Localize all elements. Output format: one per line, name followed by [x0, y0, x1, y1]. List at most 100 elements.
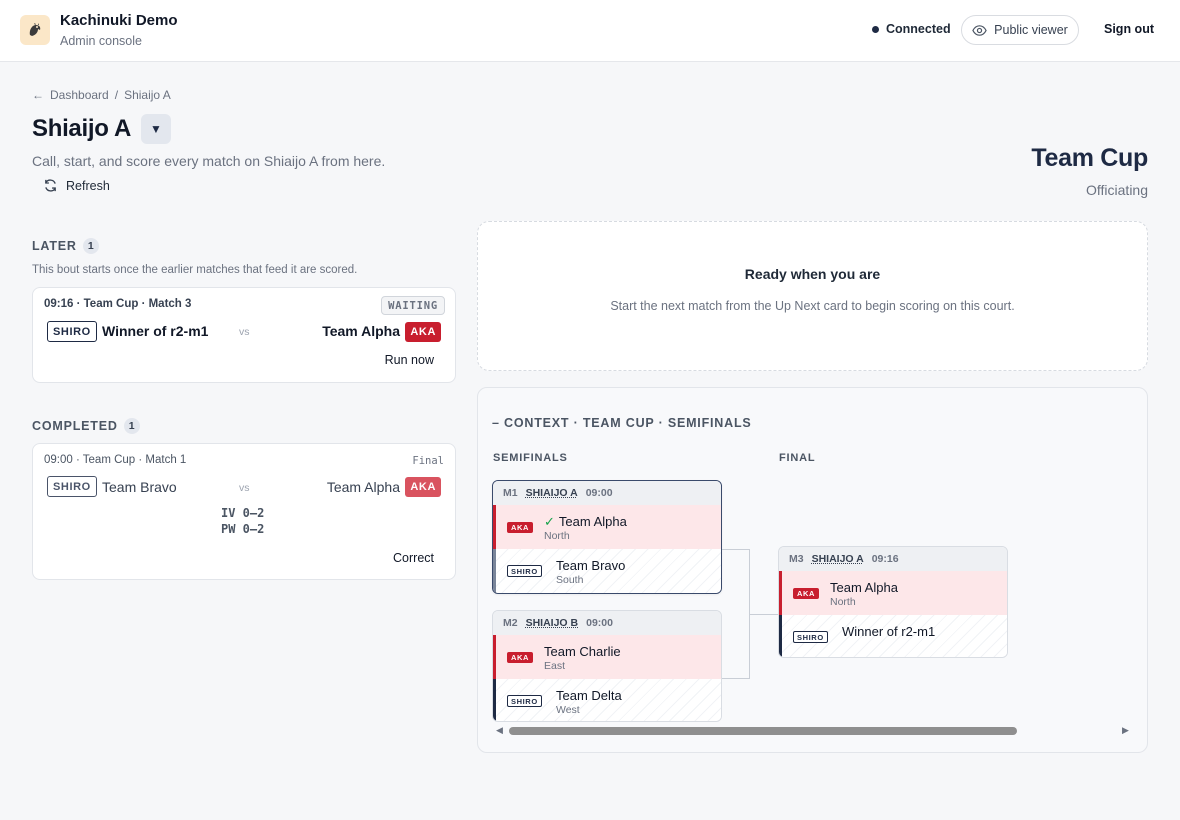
scrollbar-thumb[interactable] — [509, 727, 1017, 735]
status-badge: Final — [412, 455, 444, 467]
aka-team-region: North — [830, 596, 856, 608]
refresh-button[interactable]: Refresh — [43, 178, 110, 193]
aka-tag: AKA — [507, 652, 534, 663]
context-title: – CONTEXT · TEAM CUP · SEMIFINALS — [492, 416, 752, 430]
aka-slot: AKA ✓ Team Alpha North — [493, 505, 721, 549]
shiro-team-name: Winner of r2-m1 — [102, 323, 209, 339]
shiro-team-name: Team Delta — [556, 688, 622, 703]
court-dropdown-button[interactable]: ▼ — [141, 114, 171, 144]
breadcrumb-dashboard-link[interactable]: Dashboard — [50, 88, 109, 102]
refresh-label: Refresh — [66, 178, 110, 193]
vs-label: vs — [239, 326, 250, 338]
breadcrumb-separator: / — [114, 88, 119, 102]
ready-panel: Ready when you are Start the next match … — [477, 221, 1148, 371]
ready-description: Start the next match from the Up Next ca… — [610, 299, 1015, 313]
match-id: M1 — [503, 487, 518, 499]
completed-count-badge: 1 — [123, 418, 140, 434]
vs-label: vs — [239, 482, 250, 494]
winner-check-icon: ✓ — [544, 514, 555, 529]
app-title: Kachinuki Demo — [60, 12, 178, 29]
later-match-card: 09:16 · Team Cup · Match 3 WAITING SHIRO… — [32, 287, 456, 383]
match-meta: 09:16 · Team Cup · Match 3 — [44, 298, 192, 310]
run-now-button[interactable]: Run now — [385, 353, 434, 367]
match-meta: 09:00 · Team Cup · Match 1 — [44, 454, 187, 466]
eye-icon — [972, 24, 987, 36]
aka-tag: AKA — [405, 477, 441, 497]
shiro-slot: SHIRO Winner of r2-m1 — [779, 615, 1007, 657]
event-role: Officiating — [1086, 182, 1148, 198]
shiro-team-name: Team Bravo — [102, 479, 177, 495]
later-section-label: LATER 1 — [32, 238, 99, 254]
aka-team-region: North — [544, 530, 570, 542]
score-iv: IV 0–2 — [221, 506, 265, 520]
shiro-tag: SHIRO — [47, 321, 97, 342]
scroll-right-icon[interactable]: ▶ — [1122, 724, 1129, 737]
bracket-match-header: M2 SHIAIJO B 09:00 — [493, 611, 721, 635]
aka-tag: AKA — [507, 522, 534, 533]
aka-team-name: Team Alpha — [322, 323, 400, 339]
aka-tag: AKA — [405, 322, 441, 342]
aka-team-name: Team Alpha — [558, 514, 627, 529]
completed-match-card: 09:00 · Team Cup · Match 1 Final SHIRO T… — [32, 443, 456, 580]
top-bar: Kachinuki Demo Admin console Connected P… — [0, 0, 1180, 62]
shiro-tag: SHIRO — [507, 695, 542, 707]
court-link[interactable]: SHIAIJO B — [526, 617, 579, 629]
scroll-left-icon[interactable]: ◀ — [496, 724, 503, 737]
status-badge: WAITING — [381, 296, 445, 315]
bracket-match-m2[interactable]: M2 SHIAIJO B 09:00 AKA Team Charlie East… — [492, 610, 722, 722]
page-description: Call, start, and score every match on Sh… — [32, 153, 386, 169]
bracket-connector — [722, 549, 750, 679]
page-title: Shiaijo A — [32, 115, 132, 142]
court-link[interactable]: SHIAIJO A — [526, 487, 578, 499]
chevron-down-icon: ▼ — [150, 122, 162, 136]
shiro-tag: SHIRO — [793, 631, 828, 643]
public-viewer-label: Public viewer — [994, 23, 1068, 37]
shiro-team-name: Team Bravo — [556, 558, 626, 573]
sign-out-button[interactable]: Sign out — [1104, 22, 1154, 36]
completed-section-label: COMPLETED 1 — [32, 418, 140, 434]
aka-team-name: Team Charlie — [544, 644, 621, 659]
match-id: M2 — [503, 617, 518, 629]
ready-title: Ready when you are — [744, 266, 881, 282]
bracket-match-m3[interactable]: M3 SHIAIJO A 09:16 AKA Team Alpha North … — [778, 546, 1008, 658]
public-viewer-button[interactable]: Public viewer — [961, 15, 1079, 45]
horizontal-scrollbar[interactable]: ◀ ▶ — [492, 724, 1134, 737]
bracket-match-header: M1 SHIAIJO A 09:00 — [493, 481, 721, 505]
match-id: M3 — [789, 553, 804, 565]
court-link[interactable]: SHIAIJO A — [812, 553, 864, 565]
shiro-team-region: South — [556, 574, 584, 586]
correct-button[interactable]: Correct — [393, 551, 434, 565]
completed-label: COMPLETED — [32, 419, 118, 433]
event-name: Team Cup — [1031, 144, 1148, 172]
aka-team-region: East — [544, 660, 566, 672]
shiro-team-region: West — [556, 704, 580, 716]
shiro-tag: SHIRO — [507, 565, 542, 577]
back-arrow-icon[interactable]: ← — [32, 88, 44, 102]
bracket-match-header: M3 SHIAIJO A 09:16 — [779, 547, 1007, 571]
aka-tag: AKA — [793, 588, 820, 599]
later-note: This bout starts once the earlier matche… — [32, 264, 358, 276]
connection-status-label: Connected — [886, 22, 951, 36]
match-time: 09:00 — [586, 617, 613, 629]
breadcrumb-current: Shiaijo A — [124, 88, 171, 102]
app-subtitle: Admin console — [60, 34, 142, 48]
shiro-slot: SHIRO Team Delta West — [493, 679, 721, 721]
match-time: 09:00 — [585, 487, 613, 499]
context-bracket-panel: – CONTEXT · TEAM CUP · SEMIFINALS SEMIFI… — [477, 387, 1148, 753]
aka-team-name: Team Alpha — [326, 479, 400, 495]
round-label-final: FINAL — [779, 452, 816, 464]
later-count-badge: 1 — [82, 238, 99, 254]
shiro-tag: SHIRO — [47, 476, 97, 497]
score-pw: PW 0–2 — [221, 522, 265, 536]
refresh-icon — [45, 179, 56, 192]
breadcrumb: ← Dashboard / Shiaijo A — [32, 88, 171, 102]
status-dot-icon — [872, 25, 879, 33]
dragon-logo-icon — [20, 15, 50, 45]
aka-slot: AKA Team Charlie East — [493, 635, 721, 679]
match-time: 09:16 — [871, 553, 899, 565]
shiro-slot: SHIRO Team Bravo South — [493, 549, 721, 593]
connection-status: Connected — [872, 22, 951, 36]
bracket-match-m1[interactable]: M1 SHIAIJO A 09:00 AKA ✓ Team Alpha North… — [492, 480, 722, 594]
later-label: LATER — [32, 239, 77, 253]
round-label-semifinals: SEMIFINALS — [493, 452, 568, 464]
